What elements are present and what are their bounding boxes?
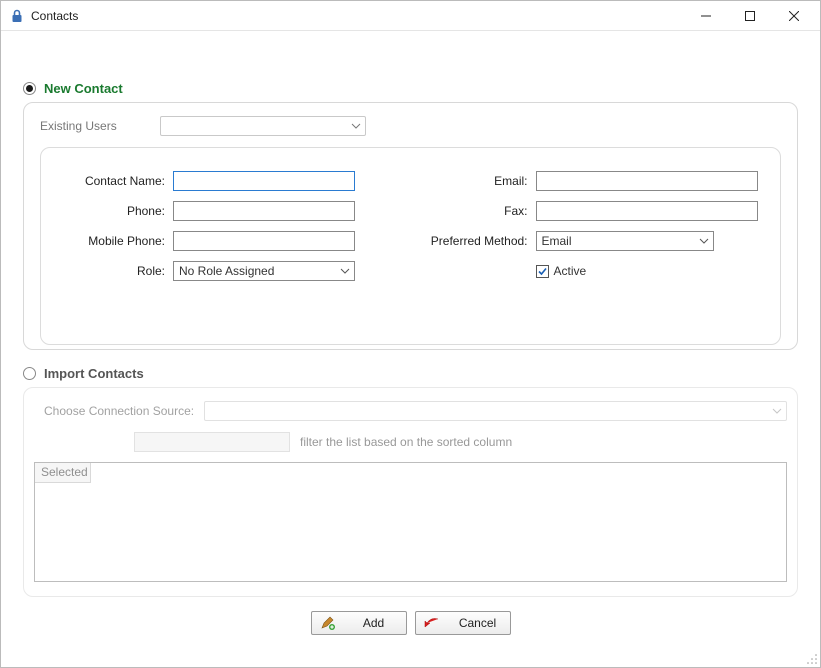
titlebar: Contacts: [1, 1, 820, 31]
cancel-arrow-icon: [424, 615, 440, 631]
maximize-button[interactable]: [728, 2, 772, 30]
existing-users-combo[interactable]: [160, 116, 366, 136]
chevron-down-icon: [336, 262, 354, 280]
import-grid[interactable]: Selected: [34, 462, 787, 582]
existing-users-label: Existing Users: [40, 119, 160, 133]
grid-header: Selected: [35, 463, 786, 483]
contact-name-label: Contact Name:: [59, 174, 173, 188]
minimize-button[interactable]: [684, 2, 728, 30]
role-select[interactable]: No Role Assigned: [173, 261, 355, 281]
new-contact-radio-label: New Contact: [44, 81, 123, 96]
chevron-down-icon: [347, 117, 365, 135]
cancel-button-label: Cancel: [454, 616, 502, 630]
import-contacts-radio[interactable]: [23, 367, 36, 380]
active-checkbox-wrap[interactable]: Active: [536, 264, 587, 278]
fax-label: Fax:: [426, 204, 536, 218]
import-contacts-radio-row: Import Contacts: [23, 366, 798, 381]
preferred-method-value: Email: [542, 234, 572, 248]
active-checkbox[interactable]: [536, 265, 549, 278]
import-contacts-radio-label: Import Contacts: [44, 366, 144, 381]
connection-source-label: Choose Connection Source:: [44, 404, 204, 418]
mobile-phone-input[interactable]: [173, 231, 355, 251]
email-label: Email:: [426, 174, 536, 188]
new-contact-panel: Existing Users Contact Name: Phone:: [23, 102, 798, 350]
dialog-footer: Add Cancel: [23, 611, 798, 635]
client-area: New Contact Existing Users Contact Name:: [1, 31, 820, 667]
chevron-down-icon: [695, 232, 713, 250]
filter-input[interactable]: [134, 432, 290, 452]
email-input[interactable]: [536, 171, 758, 191]
active-checkbox-label: Active: [554, 264, 587, 278]
grid-col-selected[interactable]: Selected: [35, 463, 91, 483]
import-contacts-panel: Choose Connection Source: filter the lis…: [23, 387, 798, 597]
filter-hint-text: filter the list based on the sorted colu…: [300, 435, 512, 449]
new-contact-radio-row: New Contact: [23, 81, 798, 96]
new-contact-radio[interactable]: [23, 82, 36, 95]
mobile-phone-label: Mobile Phone:: [59, 234, 173, 248]
connection-source-combo[interactable]: [204, 401, 787, 421]
contact-fields-panel: Contact Name: Phone: Mobile Phone: Role:: [40, 147, 781, 345]
contacts-window: Contacts New Contact Existing Users: [0, 0, 821, 668]
pencil-add-icon: [320, 615, 336, 631]
lock-icon: [9, 8, 25, 24]
chevron-down-icon: [768, 402, 786, 420]
window-title: Contacts: [31, 9, 78, 23]
add-button[interactable]: Add: [311, 611, 407, 635]
resize-grip[interactable]: [806, 653, 818, 665]
phone-label: Phone:: [59, 204, 173, 218]
add-button-label: Add: [350, 616, 398, 630]
close-button[interactable]: [772, 2, 816, 30]
contact-name-input[interactable]: [173, 171, 355, 191]
role-select-value: No Role Assigned: [179, 264, 274, 278]
preferred-method-label: Preferred Method:: [426, 234, 536, 248]
cancel-button[interactable]: Cancel: [415, 611, 511, 635]
preferred-method-select[interactable]: Email: [536, 231, 714, 251]
fax-input[interactable]: [536, 201, 758, 221]
phone-input[interactable]: [173, 201, 355, 221]
role-label: Role:: [59, 264, 173, 278]
